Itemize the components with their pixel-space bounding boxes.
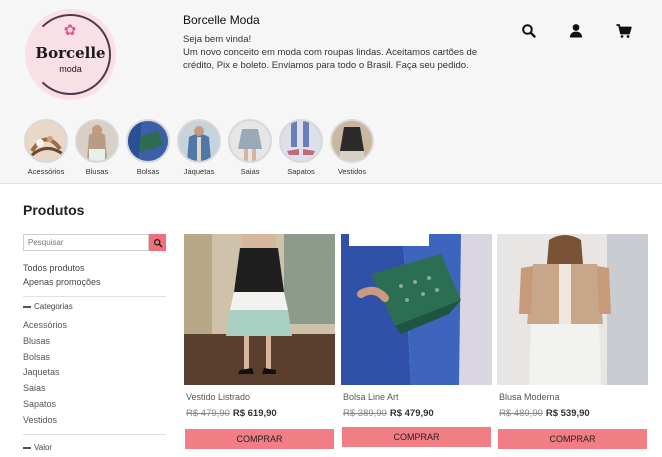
category-thumbnail bbox=[330, 119, 374, 163]
filter-category-item[interactable]: Jaquetas bbox=[23, 367, 60, 377]
store-description: Seja bem vinda! Um novo conceito em moda… bbox=[183, 33, 483, 72]
category-label: Vestidos bbox=[337, 167, 367, 176]
product-name[interactable]: Vestido Listrado bbox=[186, 392, 250, 402]
filter-category-item[interactable]: Acessórios bbox=[23, 320, 67, 330]
search-input[interactable] bbox=[23, 234, 149, 251]
search-icon[interactable] bbox=[520, 22, 538, 40]
product-card: Blusa Moderna R$ 489,90 R$ 539,90 COMPRAR bbox=[497, 234, 648, 449]
category-story-acessorios[interactable]: Acessórios bbox=[23, 119, 69, 176]
category-story-blusas[interactable]: Blusas bbox=[74, 119, 120, 176]
link-only-promotions[interactable]: Apenas promoções bbox=[23, 277, 101, 287]
category-thumbnail bbox=[279, 119, 323, 163]
category-label: Blusas bbox=[85, 167, 109, 176]
product-image[interactable] bbox=[497, 234, 648, 385]
product-card: Vestido Listrado R$ 479,90 R$ 619,90 COMP… bbox=[184, 234, 335, 449]
search-box bbox=[23, 234, 166, 251]
filter-categories-label: Categorias bbox=[34, 302, 73, 311]
flower-icon: ✿ bbox=[63, 22, 77, 39]
product-current-price: R$ 479,90 bbox=[389, 408, 434, 419]
filter-value-label: Valor bbox=[34, 443, 53, 452]
category-thumbnail bbox=[228, 119, 272, 163]
cart-icon[interactable] bbox=[615, 22, 633, 40]
search-icon bbox=[153, 238, 162, 247]
product-price: R$ 489,90 R$ 539,90 bbox=[499, 408, 590, 419]
collapse-icon bbox=[23, 305, 31, 308]
description-line: Um novo conceito em moda com roupas lind… bbox=[183, 47, 478, 58]
product-image[interactable] bbox=[341, 234, 492, 385]
filter-categories-toggle[interactable]: Categorias bbox=[23, 302, 73, 311]
buy-button[interactable]: COMPRAR bbox=[342, 427, 491, 447]
search-button[interactable] bbox=[149, 234, 166, 251]
store-logo[interactable]: ✿ Borcelle moda bbox=[25, 9, 116, 100]
product-current-price: R$ 539,90 bbox=[545, 408, 590, 419]
filter-category-item[interactable]: Vestidos bbox=[23, 415, 57, 425]
category-story-jaquetas[interactable]: Jaquetas bbox=[176, 119, 222, 176]
filter-category-item[interactable]: Saias bbox=[23, 383, 46, 393]
product-image[interactable] bbox=[184, 234, 335, 385]
product-price: R$ 389,90 R$ 479,90 bbox=[343, 408, 434, 419]
category-thumbnail bbox=[24, 119, 68, 163]
filter-category-item[interactable]: Sapatos bbox=[23, 399, 56, 409]
logo-sub: moda bbox=[59, 64, 82, 74]
category-label: Sapatos bbox=[287, 167, 315, 176]
category-story-saias[interactable]: Saias bbox=[227, 119, 273, 176]
filter-value-toggle[interactable]: Valor bbox=[23, 443, 52, 452]
logo-name: Borcelle bbox=[35, 44, 106, 62]
product-name[interactable]: Bolsa Line Art bbox=[343, 392, 399, 402]
product-old-price: R$ 479,90 bbox=[186, 408, 230, 419]
category-label: Acessórios bbox=[27, 167, 65, 176]
buy-button[interactable]: COMPRAR bbox=[185, 429, 334, 449]
category-thumbnail bbox=[126, 119, 170, 163]
product-price: R$ 479,90 R$ 619,90 bbox=[186, 408, 277, 419]
buy-button[interactable]: COMPRAR bbox=[498, 429, 647, 449]
store-name: Borcelle Moda bbox=[183, 13, 260, 27]
divider bbox=[23, 296, 166, 297]
description-line: Seja bem vinda! bbox=[183, 34, 252, 45]
product-name[interactable]: Blusa Moderna bbox=[499, 392, 560, 402]
link-all-products[interactable]: Todos produtos bbox=[23, 263, 85, 273]
category-thumbnail bbox=[75, 119, 119, 163]
description-line: crédito, Pix e boleto. Enviamos para tod… bbox=[183, 60, 469, 71]
product-card: Bolsa Line Art R$ 389,90 R$ 479,90 COMPRA… bbox=[341, 234, 492, 447]
products-title: Produtos bbox=[23, 202, 85, 218]
category-story-vestidos[interactable]: Vestidos bbox=[329, 119, 375, 176]
category-story-sapatos[interactable]: Sapatos bbox=[278, 119, 324, 176]
filter-category-item[interactable]: Blusas bbox=[23, 336, 50, 346]
category-label: Jaquetas bbox=[183, 167, 215, 176]
store-header: ✿ Borcelle moda Borcelle Moda Seja bem v… bbox=[0, 0, 662, 184]
category-label: Saias bbox=[240, 167, 260, 176]
filter-category-item[interactable]: Bolsas bbox=[23, 352, 50, 362]
category-thumbnail bbox=[177, 119, 221, 163]
category-story-bolsas[interactable]: Bolsas bbox=[125, 119, 171, 176]
collapse-icon bbox=[23, 446, 31, 449]
product-old-price: R$ 389,90 bbox=[343, 408, 387, 419]
divider bbox=[23, 434, 166, 435]
category-label: Bolsas bbox=[136, 167, 160, 176]
user-icon[interactable] bbox=[567, 22, 585, 40]
product-old-price: R$ 489,90 bbox=[499, 408, 543, 419]
product-current-price: R$ 619,90 bbox=[232, 408, 277, 419]
